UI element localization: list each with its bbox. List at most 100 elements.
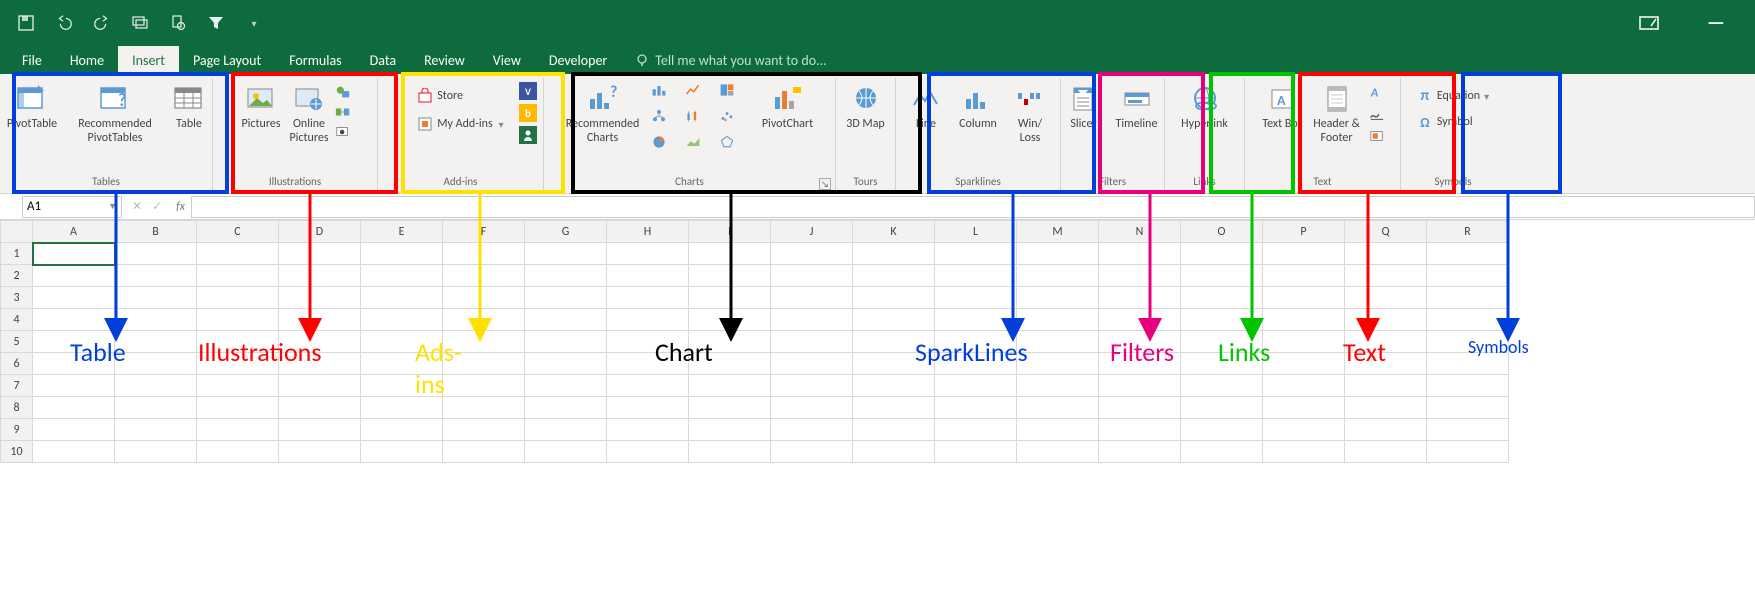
enter-formula-icon[interactable]: ✓ bbox=[152, 199, 162, 214]
surface-chart-icon[interactable] bbox=[685, 134, 701, 150]
row-header-7[interactable]: 7 bbox=[1, 375, 33, 397]
store-button[interactable]: Store bbox=[413, 86, 467, 106]
tab-view[interactable]: View bbox=[479, 46, 535, 74]
cell-R2[interactable] bbox=[1427, 265, 1509, 287]
tab-home[interactable]: Home bbox=[56, 46, 118, 74]
hyperlink-button[interactable]: Hyperlink bbox=[1172, 80, 1238, 132]
headerfooter-button[interactable]: Header & Footer bbox=[1309, 80, 1365, 146]
visio-addon-icon[interactable]: V bbox=[519, 82, 537, 100]
cell-R5[interactable] bbox=[1427, 331, 1509, 353]
cell-C3[interactable] bbox=[197, 287, 279, 309]
cell-F2[interactable] bbox=[443, 265, 525, 287]
undo-icon[interactable] bbox=[54, 13, 74, 33]
cell-P9[interactable] bbox=[1263, 419, 1345, 441]
cell-Q9[interactable] bbox=[1345, 419, 1427, 441]
cell-M9[interactable] bbox=[1017, 419, 1099, 441]
cell-N1[interactable] bbox=[1099, 243, 1181, 265]
col-header-E[interactable]: E bbox=[361, 221, 443, 243]
cell-Q10[interactable] bbox=[1345, 441, 1427, 463]
cell-J9[interactable] bbox=[771, 419, 853, 441]
cell-B5[interactable] bbox=[115, 331, 197, 353]
table-button[interactable]: Table bbox=[167, 80, 211, 132]
cell-J10[interactable] bbox=[771, 441, 853, 463]
cell-N7[interactable] bbox=[1099, 375, 1181, 397]
sparkline-winloss-button[interactable]: Win/ Loss bbox=[1008, 80, 1052, 146]
cell-K2[interactable] bbox=[853, 265, 935, 287]
cell-Q2[interactable] bbox=[1345, 265, 1427, 287]
name-box[interactable]: A1▼ bbox=[22, 196, 122, 218]
col-header-Q[interactable]: Q bbox=[1345, 221, 1427, 243]
cell-L8[interactable] bbox=[935, 397, 1017, 419]
row-header-3[interactable]: 3 bbox=[1, 287, 33, 309]
cell-L1[interactable] bbox=[935, 243, 1017, 265]
cell-I8[interactable] bbox=[689, 397, 771, 419]
cell-K10[interactable] bbox=[853, 441, 935, 463]
timeline-button[interactable]: Timeline bbox=[1110, 80, 1164, 132]
cell-A9[interactable] bbox=[33, 419, 115, 441]
cell-M2[interactable] bbox=[1017, 265, 1099, 287]
col-header-H[interactable]: H bbox=[607, 221, 689, 243]
cell-M8[interactable] bbox=[1017, 397, 1099, 419]
tab-formulas[interactable]: Formulas bbox=[275, 46, 355, 74]
cell-O8[interactable] bbox=[1181, 397, 1263, 419]
cell-K7[interactable] bbox=[853, 375, 935, 397]
cell-B10[interactable] bbox=[115, 441, 197, 463]
cell-G5[interactable] bbox=[525, 331, 607, 353]
shapes-icon[interactable] bbox=[335, 84, 351, 100]
cell-A1[interactable] bbox=[33, 243, 115, 265]
cell-C7[interactable] bbox=[197, 375, 279, 397]
cell-B9[interactable] bbox=[115, 419, 197, 441]
cell-N3[interactable] bbox=[1099, 287, 1181, 309]
cell-D1[interactable] bbox=[279, 243, 361, 265]
cell-J5[interactable] bbox=[771, 331, 853, 353]
row-header-2[interactable]: 2 bbox=[1, 265, 33, 287]
recommended-pivottables-button[interactable]: ?Recommended PivotTables bbox=[67, 80, 163, 146]
cell-O9[interactable] bbox=[1181, 419, 1263, 441]
scatter-chart-icon[interactable] bbox=[719, 108, 735, 124]
col-header-I[interactable]: I bbox=[689, 221, 771, 243]
cell-J4[interactable] bbox=[771, 309, 853, 331]
tab-review[interactable]: Review bbox=[410, 46, 479, 74]
cell-P4[interactable] bbox=[1263, 309, 1345, 331]
cell-D10[interactable] bbox=[279, 441, 361, 463]
cell-J6[interactable] bbox=[771, 353, 853, 375]
equation-button[interactable]: πEquation▾ bbox=[1413, 86, 1493, 106]
cell-O3[interactable] bbox=[1181, 287, 1263, 309]
cell-C8[interactable] bbox=[197, 397, 279, 419]
cell-A6[interactable] bbox=[33, 353, 115, 375]
online-pictures-button[interactable]: Online Pictures bbox=[287, 80, 331, 146]
cell-B3[interactable] bbox=[115, 287, 197, 309]
cell-F4[interactable] bbox=[443, 309, 525, 331]
cell-I1[interactable] bbox=[689, 243, 771, 265]
cell-B1[interactable] bbox=[115, 243, 197, 265]
cell-K4[interactable] bbox=[853, 309, 935, 331]
pictures-button[interactable]: Pictures bbox=[239, 80, 283, 132]
cancel-formula-icon[interactable]: ✕ bbox=[132, 199, 142, 214]
col-header-R[interactable]: R bbox=[1427, 221, 1509, 243]
cell-C6[interactable] bbox=[197, 353, 279, 375]
cell-C9[interactable] bbox=[197, 419, 279, 441]
cell-G6[interactable] bbox=[525, 353, 607, 375]
sparkline-line-button[interactable]: Line bbox=[904, 80, 948, 132]
cell-R3[interactable] bbox=[1427, 287, 1509, 309]
cell-G9[interactable] bbox=[525, 419, 607, 441]
cell-M5[interactable] bbox=[1017, 331, 1099, 353]
cell-A10[interactable] bbox=[33, 441, 115, 463]
cell-A7[interactable] bbox=[33, 375, 115, 397]
treemap-chart-icon[interactable] bbox=[719, 82, 735, 98]
formula-input[interactable] bbox=[191, 196, 1755, 218]
tab-file[interactable]: File bbox=[8, 46, 56, 74]
slicer-button[interactable]: Slicer bbox=[1062, 80, 1106, 132]
tell-me-search[interactable]: Tell me what you want to do... bbox=[635, 46, 826, 74]
cell-D3[interactable] bbox=[279, 287, 361, 309]
smartart-icon[interactable] bbox=[335, 104, 351, 120]
col-header-D[interactable]: D bbox=[279, 221, 361, 243]
cell-L10[interactable] bbox=[935, 441, 1017, 463]
cell-C1[interactable] bbox=[197, 243, 279, 265]
cell-P2[interactable] bbox=[1263, 265, 1345, 287]
tab-insert[interactable]: Insert bbox=[118, 46, 179, 74]
cell-N2[interactable] bbox=[1099, 265, 1181, 287]
screenshot-icon[interactable] bbox=[335, 124, 351, 140]
cell-O2[interactable] bbox=[1181, 265, 1263, 287]
cell-M1[interactable] bbox=[1017, 243, 1099, 265]
